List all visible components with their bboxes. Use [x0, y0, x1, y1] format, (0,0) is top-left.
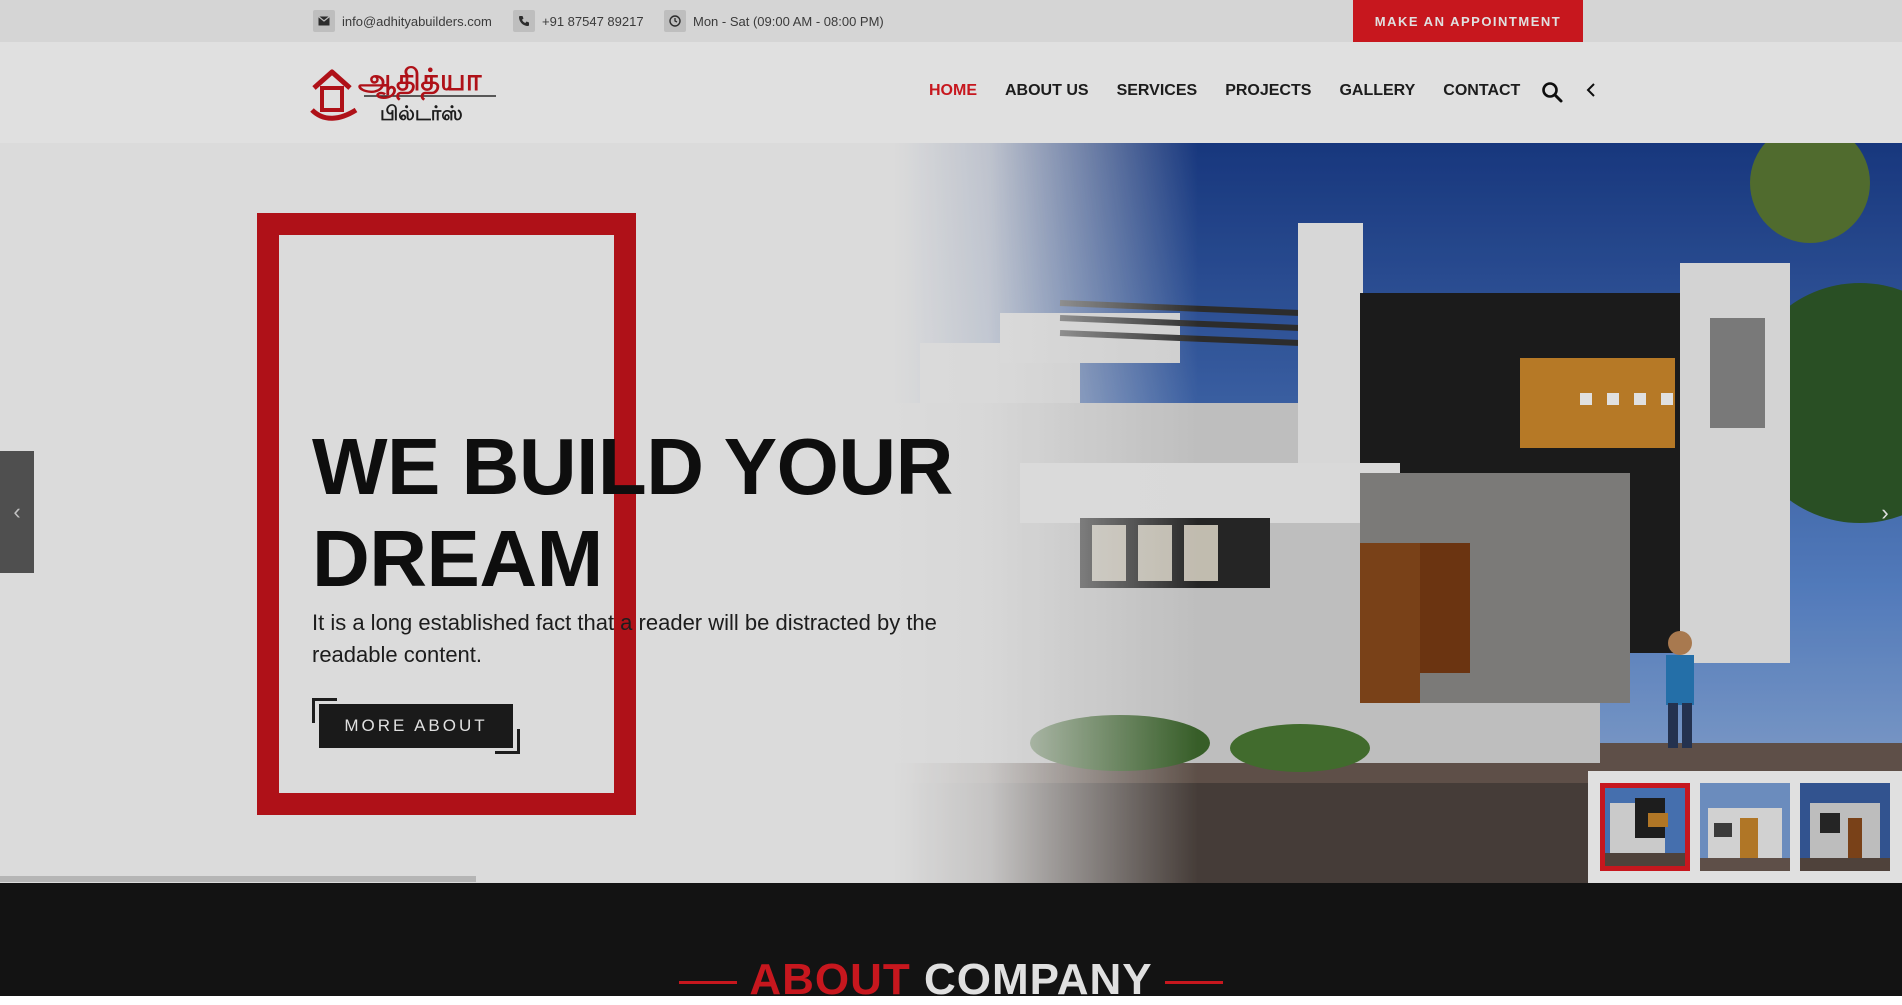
nav-menu: HOME ABOUT US SERVICES PROJECTS GALLERY … [929, 82, 1548, 100]
chevron-left-icon: ‹ [13, 499, 21, 524]
clock-icon [664, 10, 686, 32]
nav-item-gallery[interactable]: GALLERY [1339, 82, 1415, 100]
slider-thumbnails [1588, 771, 1902, 883]
about-heading-red: ABOUT [749, 955, 911, 1004]
slider-next-button[interactable]: › [1870, 498, 1900, 528]
hours-text: Mon - Sat (09:00 AM - 08:00 PM) [693, 13, 884, 29]
email-contact[interactable]: info@adhityabuilders.com [313, 10, 492, 32]
slide-thumb-3[interactable] [1800, 783, 1890, 871]
nav-item-home[interactable]: HOME [929, 82, 977, 100]
nav-item-services[interactable]: SERVICES [1117, 82, 1198, 100]
hero-subtext-line1: It is a long established fact that a rea… [312, 610, 937, 635]
hero-headline-line1: WE BUILD YOUR [312, 422, 953, 511]
phone-icon [513, 10, 535, 32]
top-bar: info@adhityabuilders.com +91 87547 89217… [0, 0, 1902, 43]
hero-headline: WE BUILD YOUR DREAM [312, 421, 1032, 605]
hero-subtext-line2: readable content. [312, 642, 483, 667]
about-heading-white: COMPANY [924, 955, 1153, 1004]
nav-item-projects[interactable]: PROJECTS [1225, 82, 1311, 100]
logo-line2: பில்டர்ஸ் [380, 101, 463, 125]
slide-thumb-1[interactable] [1600, 783, 1690, 871]
nav-item-about-us[interactable]: ABOUT US [1005, 82, 1089, 100]
phone-text: +91 87547 89217 [542, 13, 644, 29]
envelope-icon [313, 10, 335, 32]
chevron-right-icon: › [1881, 500, 1889, 525]
slide-thumb-2[interactable] [1700, 783, 1790, 871]
slider-progress-fill [0, 876, 476, 882]
house-logo-icon: ஆதித்யா பில்டர்ஸ் [310, 63, 496, 125]
slider-prev-button[interactable]: ‹ [0, 451, 34, 573]
chevron-left-icon[interactable] [1584, 80, 1598, 102]
hero-slider: WE BUILD YOUR DREAM It is a long establi… [0, 143, 1902, 883]
main-navbar: ஆதித்யா பில்டர்ஸ் HOME ABOUT US SERVICES… [0, 42, 1902, 143]
about-company-heading: ABOUT COMPANY [0, 955, 1902, 1005]
heading-rule-left [679, 980, 738, 984]
email-text: info@adhityabuilders.com [342, 13, 492, 29]
nav-item-contact[interactable]: CONTACT [1443, 82, 1520, 100]
more-about-button-wrap: MORE ABOUT [312, 698, 520, 754]
heading-rule-right [1164, 980, 1223, 984]
hero-subtext: It is a long established fact that a rea… [312, 607, 992, 671]
logo-line1: ஆதித்யா [358, 63, 483, 101]
phone-contact[interactable]: +91 87547 89217 [513, 10, 644, 32]
site-logo[interactable]: ஆதித்யா பில்டர்ஸ் [310, 60, 500, 126]
make-appointment-button[interactable]: MAKE AN APPOINTMENT [1353, 0, 1583, 42]
hours-info: Mon - Sat (09:00 AM - 08:00 PM) [664, 10, 884, 32]
search-icon[interactable] [1540, 80, 1564, 104]
hero-headline-line2: DREAM [312, 514, 603, 603]
more-about-button[interactable]: MORE ABOUT [319, 704, 513, 748]
